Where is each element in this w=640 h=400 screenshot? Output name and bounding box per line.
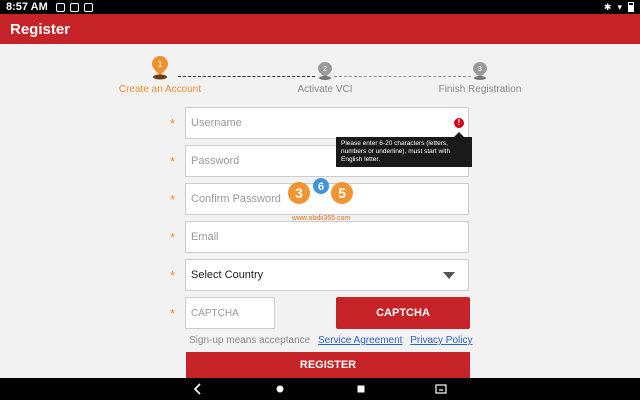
country-row: * Select Country xyxy=(0,259,640,291)
watermark-url: www.obdii365.com xyxy=(291,215,351,222)
step-3-label: Finish Registration xyxy=(438,84,522,95)
watermark-digit: 3 xyxy=(295,185,303,201)
username-row: * Username ! xyxy=(0,107,640,139)
status-bar: 8:57 AM ✱ ▾ xyxy=(0,0,640,14)
step-2-pin-icon: 2 xyxy=(317,62,333,80)
notification-icon xyxy=(69,2,79,12)
home-button[interactable] xyxy=(273,382,287,396)
step-finish-registration: 3 Finish Registration xyxy=(415,62,545,95)
system-icons: ✱ ▾ xyxy=(604,2,634,13)
step-1-pin-icon: 1 xyxy=(152,56,168,80)
password-placeholder: Password xyxy=(191,155,240,167)
required-mark: * xyxy=(170,306,176,321)
recents-icon xyxy=(357,385,365,393)
username-input[interactable]: Username ! xyxy=(185,107,469,139)
home-icon xyxy=(276,385,284,393)
required-mark: * xyxy=(170,116,176,131)
required-mark: * xyxy=(170,192,176,207)
email-row: * Email xyxy=(0,221,640,253)
required-mark: * xyxy=(170,268,176,283)
step-2-label: Activate VCI xyxy=(297,84,353,95)
page-title: Register xyxy=(10,20,71,38)
step-3-pin-icon: 3 xyxy=(472,62,488,80)
step-2-number: 2 xyxy=(323,66,327,73)
required-mark: * xyxy=(170,230,176,245)
dropdown-arrow-icon xyxy=(443,272,455,279)
terms-prefix: Sign-up means acceptance xyxy=(189,335,311,346)
back-button[interactable] xyxy=(191,382,205,396)
get-captcha-button[interactable]: CAPTCHA xyxy=(336,297,470,329)
app-bar: Register xyxy=(0,14,640,44)
status-time: 8:57 AM xyxy=(6,1,48,13)
step-3-number: 3 xyxy=(478,66,482,73)
captcha-input[interactable]: CAPTCHA xyxy=(185,297,275,329)
recents-button[interactable] xyxy=(354,382,368,396)
password-row: * Password xyxy=(0,145,640,177)
battery-icon xyxy=(628,2,634,12)
service-agreement-link[interactable]: Service Agreement xyxy=(318,335,403,346)
confirm-password-placeholder: Confirm Password xyxy=(191,193,281,205)
watermark-logo: 3 6 5 www.obdii365.com xyxy=(288,178,353,222)
register-button[interactable]: REGISTER xyxy=(186,352,470,378)
step-create-account: 1 Create an Account xyxy=(95,56,225,95)
required-mark: * xyxy=(170,154,176,169)
watermark-digit: 5 xyxy=(338,185,346,201)
screenshot-icon xyxy=(435,384,447,394)
screenshot-button[interactable] xyxy=(434,382,448,396)
error-icon[interactable]: ! xyxy=(454,118,464,128)
country-select-value: Select Country xyxy=(191,269,264,281)
username-placeholder: Username xyxy=(191,117,242,129)
bluetooth-icon: ✱ xyxy=(603,1,612,12)
notification-icons xyxy=(55,2,93,12)
step-1-number: 1 xyxy=(157,59,162,69)
terms-line: Sign-up means acceptance Service Agreeme… xyxy=(189,335,473,346)
notification-icon xyxy=(55,2,65,12)
step-1-label: Create an Account xyxy=(118,84,202,95)
captcha-placeholder: CAPTCHA xyxy=(191,307,239,319)
privacy-policy-link[interactable]: Privacy Policy xyxy=(410,335,472,346)
country-select[interactable]: Select Country xyxy=(185,259,469,291)
username-hint-tooltip: Please enter 6-20 characters (letters, n… xyxy=(336,132,472,167)
captcha-row: * CAPTCHA CAPTCHA xyxy=(0,297,640,329)
system-nav-bar xyxy=(0,378,640,400)
step-activate-vci: 2 Activate VCI xyxy=(260,62,390,95)
notification-icon xyxy=(83,2,93,12)
email-placeholder: Email xyxy=(191,231,219,243)
registration-steps: 1 Create an Account 2 Activate VCI 3 Fin… xyxy=(0,56,640,100)
back-icon xyxy=(193,383,201,395)
wifi-icon: ▾ xyxy=(617,1,622,12)
watermark-digit: 6 xyxy=(318,181,324,193)
email-input[interactable]: Email xyxy=(185,221,469,253)
